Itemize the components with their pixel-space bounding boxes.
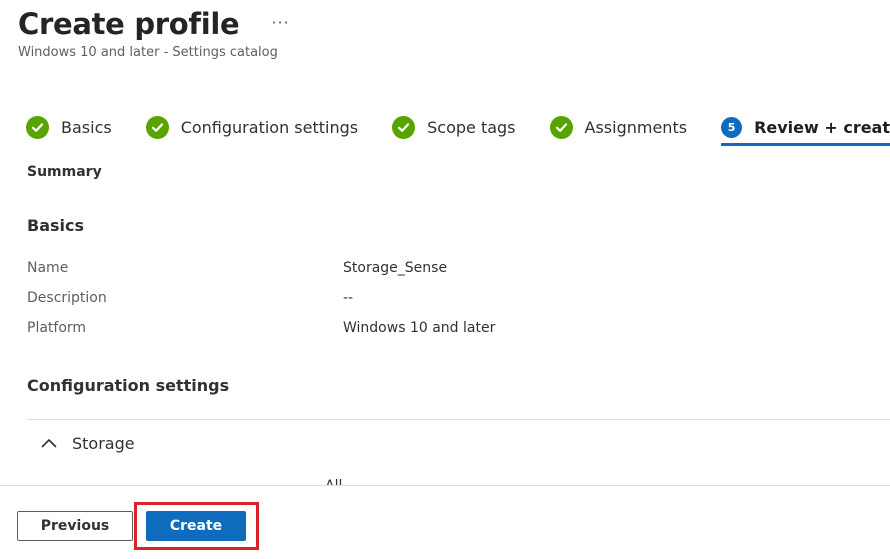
row-key: Description (27, 290, 107, 306)
more-options-button[interactable]: ··· (271, 13, 289, 32)
step-label: Basics (61, 117, 112, 137)
step-number-badge: 5 (721, 116, 743, 138)
previous-button[interactable]: Previous (17, 511, 133, 541)
checkmark-icon (549, 115, 573, 139)
row-value: Storage_Sense (343, 260, 448, 276)
step-label: Assignments (584, 117, 688, 137)
basics-heading: Basics (27, 216, 85, 235)
divider (27, 419, 890, 420)
summary-row-name: Name Storage_Sense (27, 258, 447, 278)
row-value: Windows 10 and later (343, 320, 496, 336)
summary-label: Summary (27, 164, 102, 180)
storage-group-toggle[interactable]: Storage (38, 430, 135, 456)
step-assignments[interactable]: Assignments (549, 108, 688, 146)
step-review-create[interactable]: 5 Review + create (721, 108, 890, 146)
step-configuration-settings[interactable]: Configuration settings (145, 108, 359, 146)
page-header: Create profile ··· Windows 10 and later … (18, 4, 290, 60)
page-title: Create profile (18, 7, 240, 41)
configuration-settings-heading: Configuration settings (27, 376, 230, 395)
summary-row-platform: Platform Windows 10 and later (27, 318, 495, 338)
step-label: Scope tags (427, 117, 516, 137)
checkmark-icon (145, 115, 169, 139)
create-button[interactable]: Create (146, 511, 246, 541)
step-basics[interactable]: Basics (26, 108, 112, 146)
footer-bar: Previous Create (0, 485, 890, 559)
title-row: Create profile ··· (18, 4, 290, 44)
chevron-up-icon (38, 432, 60, 454)
summary-row-description: Description -- (27, 288, 353, 308)
row-key: Platform (27, 320, 87, 336)
checkmark-icon (26, 115, 49, 139)
row-value: -- (343, 290, 354, 306)
wizard-steps: Basics Configuration settings Scope tags… (26, 108, 890, 146)
create-profile-page: Create profile ··· Windows 10 and later … (0, 0, 890, 559)
step-label: Review + create (754, 117, 890, 137)
page-subtitle: Windows 10 and later - Settings catalog (18, 45, 278, 60)
step-label: Configuration settings (180, 117, 359, 137)
checkmark-icon (392, 115, 416, 139)
row-key: Name (27, 260, 69, 276)
step-scope-tags[interactable]: Scope tags (392, 108, 516, 146)
storage-group-label: Storage (72, 433, 135, 453)
